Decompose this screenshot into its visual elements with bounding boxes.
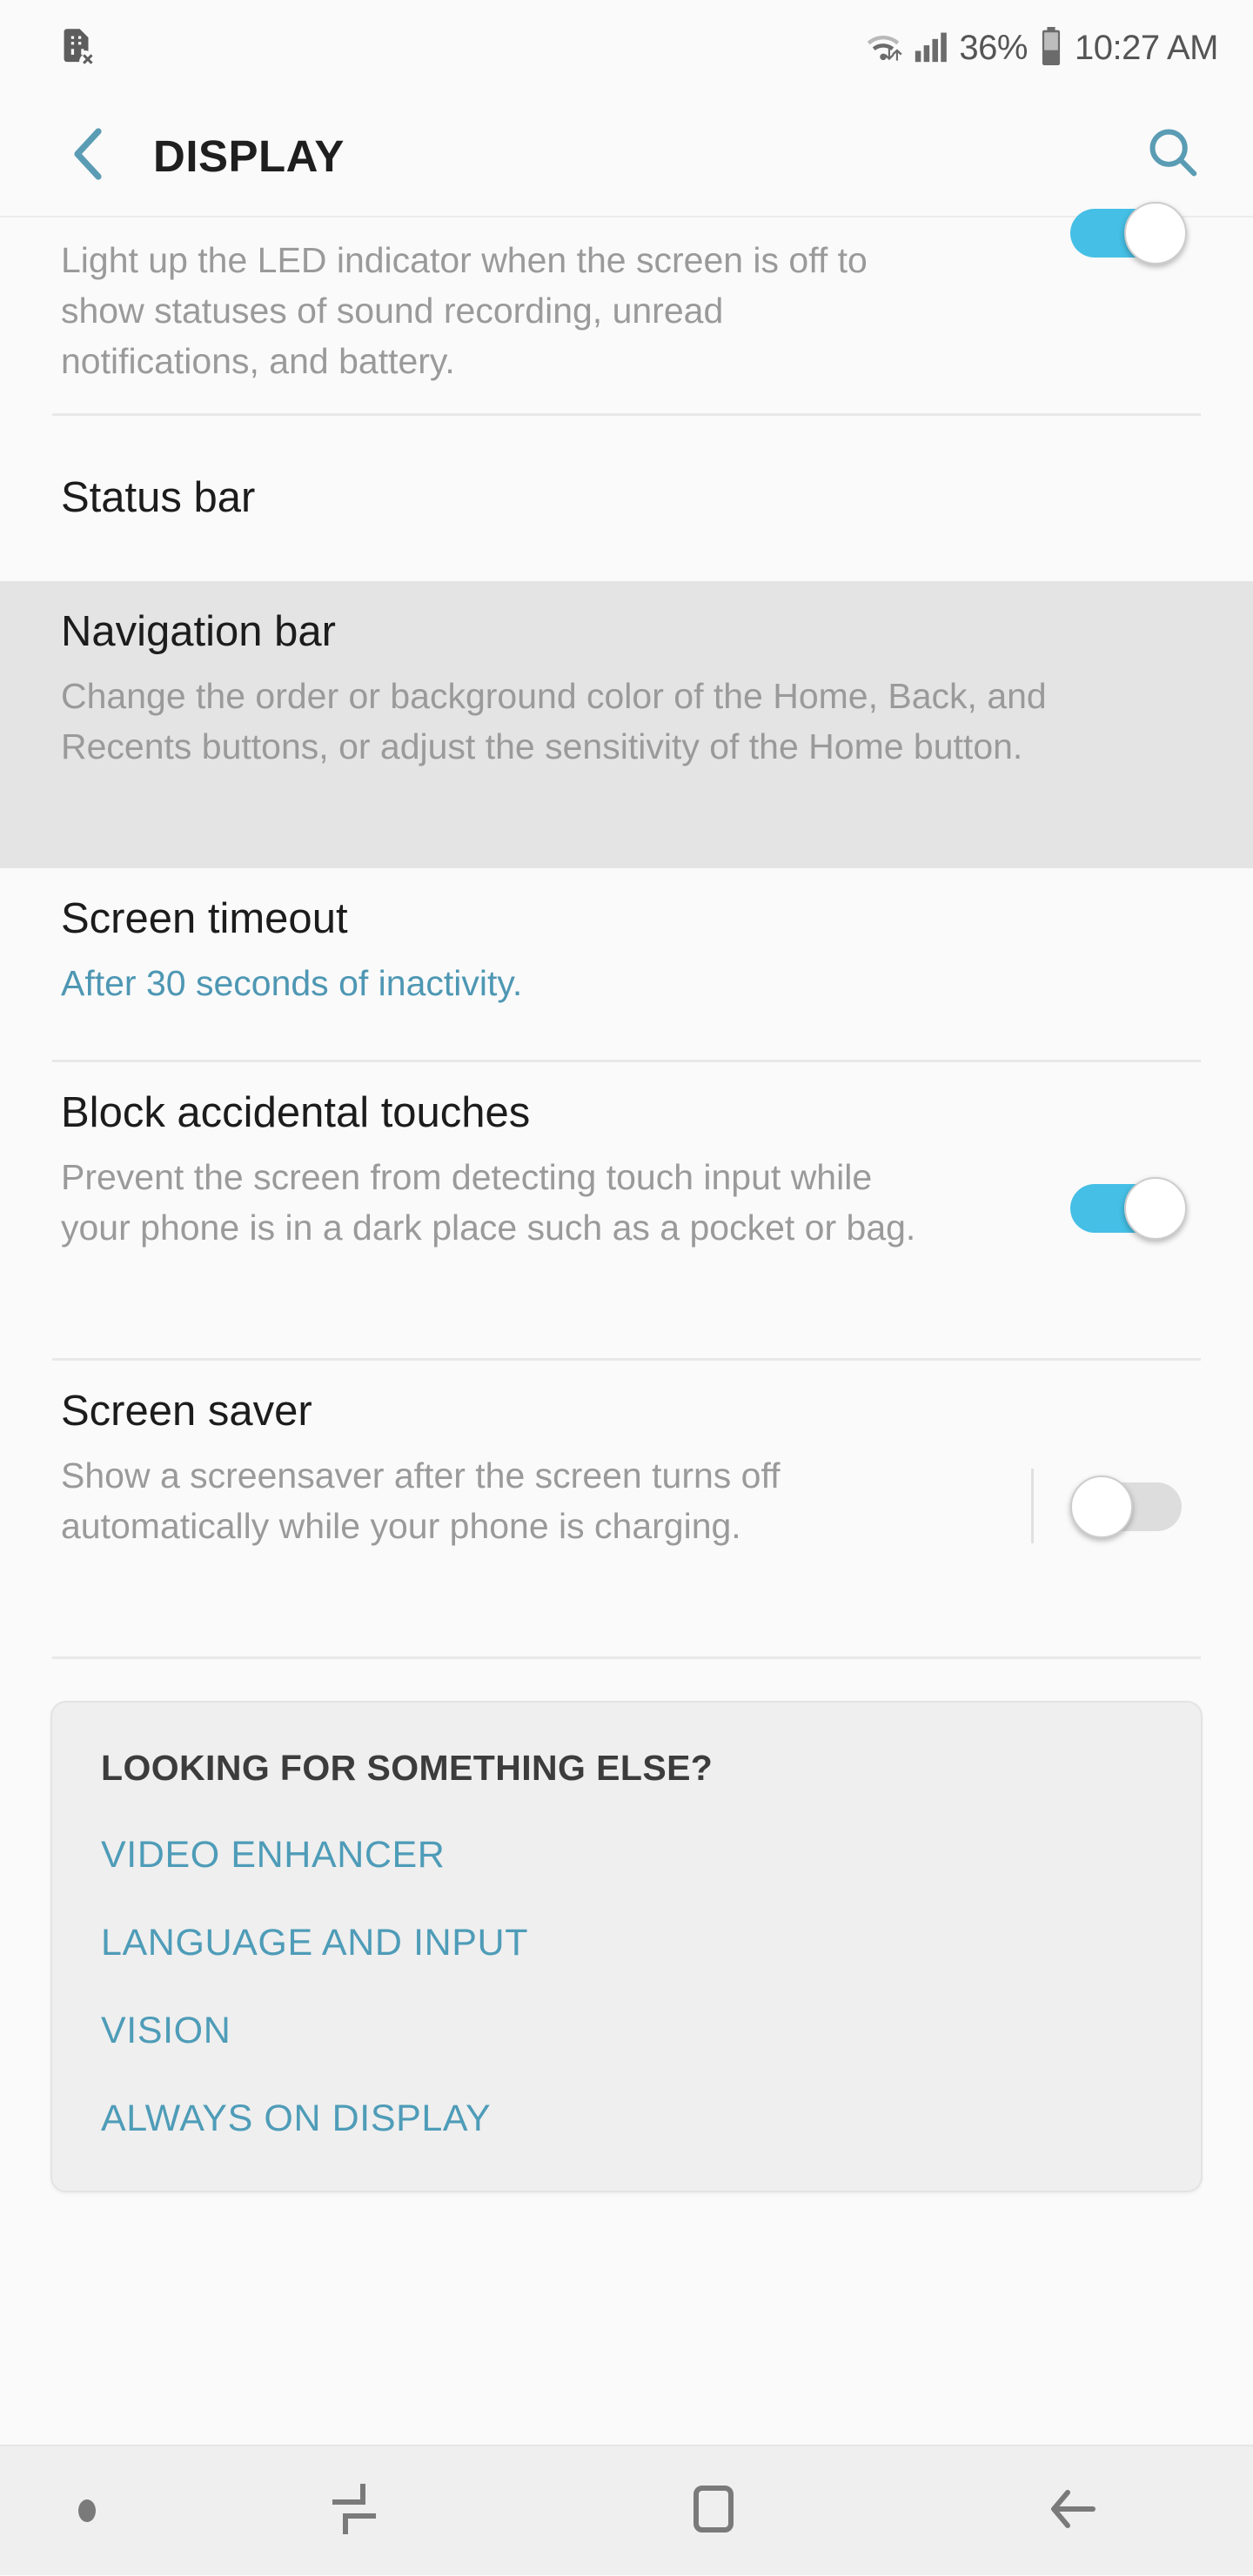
looking-card-link-language-and-input[interactable]: LANGUAGE AND INPUT bbox=[101, 1922, 1152, 1964]
screen-timeout-title: Screen timeout bbox=[61, 898, 1166, 940]
looking-card-title: LOOKING FOR SOMETHING ELSE? bbox=[101, 1748, 1152, 1789]
search-button[interactable] bbox=[1140, 123, 1206, 189]
navigation-bar-row-subtitle: Change the order or background color of … bbox=[61, 671, 1062, 772]
setting-row-block-accidental-touches[interactable]: Block accidental touches Prevent the scr… bbox=[0, 1062, 1253, 1358]
recents-icon bbox=[323, 2478, 385, 2545]
back-button-nav[interactable] bbox=[894, 2446, 1253, 2576]
block-touches-title: Block accidental touches bbox=[61, 1092, 1044, 1134]
home-button[interactable] bbox=[533, 2446, 893, 2576]
back-button[interactable] bbox=[57, 125, 118, 186]
wifi-data-icon bbox=[863, 29, 903, 68]
looking-for-card-wrapper: LOOKING FOR SOMETHING ELSE? VIDEO ENHANC… bbox=[0, 1659, 1253, 2192]
looking-card-link-always-on-display[interactable]: ALWAYS ON DISPLAY bbox=[101, 2098, 1152, 2140]
toggle-knob bbox=[1070, 1475, 1133, 1538]
setting-row-navigation-bar[interactable]: Navigation bar Change the order or backg… bbox=[0, 581, 1253, 868]
status-bar-row-text: Status bar bbox=[61, 477, 1192, 519]
page-title: DISPLAY bbox=[153, 130, 345, 182]
led-indicator-toggle[interactable] bbox=[1070, 202, 1192, 264]
led-indicator-text: Light up the LED indicator when the scre… bbox=[61, 235, 1070, 387]
navigation-bar-row-title: Navigation bar bbox=[61, 611, 1166, 653]
block-touches-subtitle: Prevent the screen from detecting touch … bbox=[61, 1152, 940, 1253]
looking-card-link-vision[interactable]: VISION bbox=[101, 2010, 1152, 2052]
toggle-knob bbox=[1124, 1177, 1187, 1240]
hide-navbar-dot-icon bbox=[78, 2499, 96, 2522]
setting-row-screen-saver[interactable]: Screen saver Show a screensaver after th… bbox=[0, 1361, 1253, 1656]
status-bar: 36% 10:27 AM bbox=[0, 0, 1253, 96]
search-icon bbox=[1144, 125, 1202, 187]
hide-navbar-button[interactable] bbox=[0, 2446, 174, 2576]
toggle-separator bbox=[1031, 1469, 1034, 1543]
looking-card-link-video-enhancer[interactable]: VIDEO ENHANCER bbox=[101, 1834, 1152, 1877]
recents-button[interactable] bbox=[174, 2446, 533, 2576]
navigation-bar-row-text: Navigation bar Change the order or backg… bbox=[61, 611, 1192, 772]
chevron-left-icon bbox=[65, 126, 111, 186]
screen-timeout-text: Screen timeout After 30 seconds of inact… bbox=[61, 898, 1192, 1008]
cellular-signal-icon bbox=[914, 29, 948, 68]
home-icon bbox=[684, 2479, 743, 2543]
app-header: DISPLAY bbox=[0, 96, 1253, 217]
status-bar-right: 36% 10:27 AM bbox=[863, 27, 1218, 70]
back-arrow-icon bbox=[1042, 2479, 1103, 2544]
screen-timeout-subtitle: After 30 seconds of inactivity. bbox=[61, 958, 1166, 1008]
toggle-knob bbox=[1124, 202, 1187, 264]
setting-row-led-indicator[interactable]: Light up the LED indicator when the scre… bbox=[0, 217, 1253, 413]
status-bar-left bbox=[61, 26, 96, 70]
clock-label: 10:27 AM bbox=[1075, 29, 1218, 68]
setting-row-status-bar[interactable]: Status bar bbox=[0, 416, 1253, 581]
settings-list: Light up the LED indicator when the scre… bbox=[0, 217, 1253, 2192]
status-bar-row-title: Status bar bbox=[61, 477, 1166, 519]
battery-percent-label: 36% bbox=[959, 29, 1028, 68]
no-sim-card-icon bbox=[61, 26, 96, 70]
screen-saver-subtitle: Show a screensaver after the screen turn… bbox=[61, 1450, 844, 1551]
screen-saver-text: Screen saver Show a screensaver after th… bbox=[61, 1390, 1031, 1551]
block-touches-text: Block accidental touches Prevent the scr… bbox=[61, 1092, 1070, 1253]
battery-icon bbox=[1038, 27, 1064, 70]
block-touches-toggle[interactable] bbox=[1070, 1177, 1192, 1240]
looking-for-something-else-card: LOOKING FOR SOMETHING ELSE? VIDEO ENHANC… bbox=[50, 1701, 1203, 2192]
system-navigation-bar bbox=[0, 2445, 1253, 2575]
led-indicator-subtitle: Light up the LED indicator when the scre… bbox=[61, 235, 896, 387]
screen-saver-title: Screen saver bbox=[61, 1390, 1005, 1433]
setting-row-screen-timeout[interactable]: Screen timeout After 30 seconds of inact… bbox=[0, 868, 1253, 1060]
screen-saver-toggle[interactable] bbox=[1070, 1475, 1192, 1538]
